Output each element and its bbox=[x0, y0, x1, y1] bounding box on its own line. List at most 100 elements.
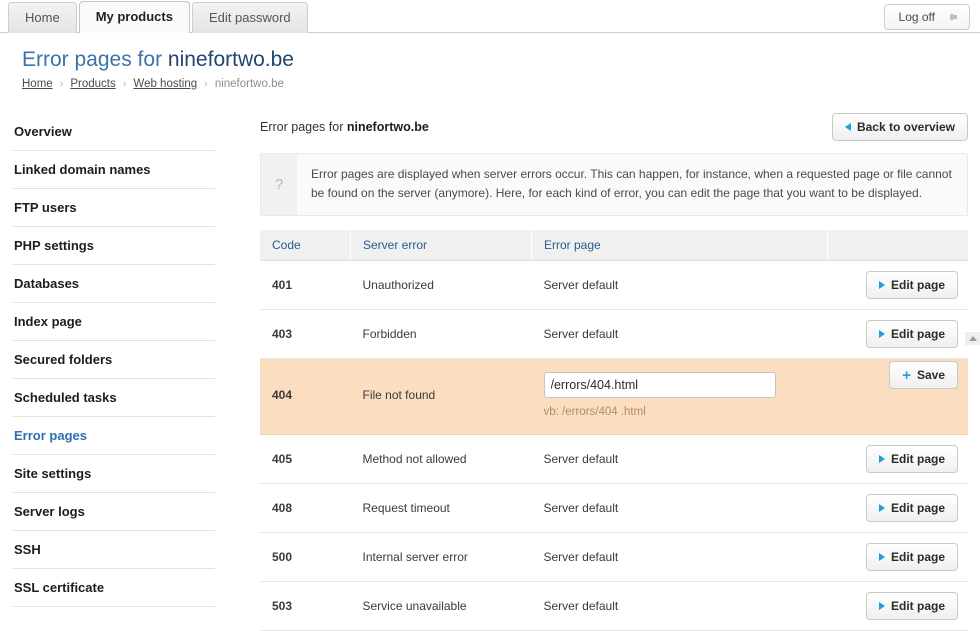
sidebar-item-label: Server logs bbox=[14, 504, 85, 519]
table-row: 503 Service unavailable Server default E… bbox=[260, 581, 968, 631]
tab-edit-password[interactable]: Edit password bbox=[191, 2, 308, 33]
back-to-overview-button[interactable]: Back to overview bbox=[831, 113, 968, 141]
edit-page-button[interactable]: Edit page bbox=[865, 271, 958, 299]
row-server-error: Service unavailable bbox=[350, 581, 532, 631]
tab-my-products[interactable]: My products bbox=[78, 1, 190, 33]
sidebar-item-ssl-certificate[interactable]: SSL certificate bbox=[13, 569, 215, 607]
row-actions: Edit page bbox=[827, 581, 968, 631]
row-code: 500 bbox=[260, 532, 351, 582]
tab-home-label: Home bbox=[25, 10, 60, 25]
sidebar-item-label: Error pages bbox=[14, 428, 87, 443]
triangle-right-icon bbox=[878, 455, 885, 463]
page-layout: Overview Linked domain names FTP users P… bbox=[0, 101, 980, 631]
back-to-overview-label: Back to overview bbox=[856, 120, 955, 134]
row-server-error: Method not allowed bbox=[350, 434, 532, 484]
triangle-right-icon bbox=[878, 281, 885, 289]
column-header-code: Code bbox=[260, 230, 351, 261]
tab-home[interactable]: Home bbox=[8, 2, 77, 33]
arrow-right-icon bbox=[950, 13, 957, 21]
row-server-error: Forbidden bbox=[350, 309, 532, 359]
sidebar-item-site-settings[interactable]: Site settings bbox=[13, 455, 215, 493]
sidebar-item-server-logs[interactable]: Server logs bbox=[13, 493, 215, 531]
plus-icon: + bbox=[902, 366, 911, 384]
content-heading-prefix: Error pages for bbox=[260, 120, 344, 134]
breadcrumb-item-current: ninefortwo.be bbox=[214, 78, 284, 90]
row-error-page: Server default bbox=[531, 309, 828, 359]
table-row: 403 Forbidden Server default Edit page bbox=[260, 309, 968, 359]
sidebar-item-label: Databases bbox=[14, 276, 80, 291]
log-off-label: Log off bbox=[898, 10, 935, 24]
column-header-server-error: Server error bbox=[350, 230, 532, 261]
row-code: 401 bbox=[260, 260, 351, 310]
table-body: 401 Unauthorized Server default Edit pag… bbox=[260, 260, 968, 631]
breadcrumb-item-products[interactable]: Products bbox=[70, 77, 115, 91]
row-error-page: Server default bbox=[531, 434, 828, 484]
edit-page-label: Edit page bbox=[890, 599, 945, 613]
row-error-page: Server default bbox=[531, 260, 828, 310]
error-pages-table: Code Server error Error page 401 Unautho… bbox=[260, 230, 968, 631]
sidebar-item-index-page[interactable]: Index page bbox=[13, 303, 215, 341]
edit-page-label: Edit page bbox=[890, 550, 945, 564]
sidebar-item-label: SSL certificate bbox=[14, 580, 105, 595]
sidebar-item-ssh[interactable]: SSH bbox=[13, 531, 215, 569]
table-row: 500 Internal server error Server default… bbox=[260, 532, 968, 582]
row-error-page: Server default bbox=[531, 581, 828, 631]
tab-my-products-label: My products bbox=[95, 9, 173, 24]
edit-page-button[interactable]: Edit page bbox=[865, 445, 958, 473]
sidebar-item-secured-folders[interactable]: Secured folders bbox=[13, 341, 215, 379]
row-error-page: Server default bbox=[531, 483, 828, 533]
row-error-page-editor: vb: /errors/404 .html bbox=[531, 358, 828, 435]
row-server-error: Request timeout bbox=[350, 483, 532, 533]
row-code: 503 bbox=[260, 581, 351, 631]
edit-page-button[interactable]: Edit page bbox=[865, 494, 958, 522]
tab-edit-password-label: Edit password bbox=[208, 10, 291, 25]
row-code: 408 bbox=[260, 483, 351, 533]
table-row: 401 Unauthorized Server default Edit pag… bbox=[260, 260, 968, 310]
edit-page-button[interactable]: Edit page bbox=[865, 320, 958, 348]
scrollbar-up-arrow[interactable] bbox=[965, 332, 980, 345]
sidebar-item-databases[interactable]: Databases bbox=[13, 265, 215, 303]
column-header-error-page: Error page bbox=[531, 230, 828, 261]
sidebar-item-error-pages[interactable]: Error pages bbox=[13, 417, 215, 455]
row-actions: Edit page bbox=[827, 260, 968, 310]
sidebar-item-label: PHP settings bbox=[14, 238, 94, 253]
sidebar-item-overview[interactable]: Overview bbox=[13, 113, 215, 151]
row-code: 403 bbox=[260, 309, 351, 359]
edit-page-label: Edit page bbox=[890, 501, 945, 515]
edit-page-button[interactable]: Edit page bbox=[865, 592, 958, 620]
row-actions: Edit page bbox=[827, 532, 968, 582]
save-button[interactable]: + Save bbox=[889, 361, 958, 389]
breadcrumb-item-home[interactable]: Home bbox=[22, 77, 53, 91]
error-page-input[interactable] bbox=[543, 372, 776, 398]
page-title: Error pages for ninefortwo.be bbox=[22, 47, 980, 73]
triangle-right-icon bbox=[878, 602, 885, 610]
breadcrumb-separator: › bbox=[122, 78, 127, 90]
chevron-up-icon bbox=[968, 336, 977, 341]
sidebar-item-label: Index page bbox=[14, 314, 82, 329]
row-code: 405 bbox=[260, 434, 351, 484]
top-bar: Home My products Edit password Log off bbox=[0, 0, 980, 33]
breadcrumb-item-web-hosting[interactable]: Web hosting bbox=[133, 77, 197, 91]
edit-page-label: Edit page bbox=[890, 452, 945, 466]
sidebar-item-label: Scheduled tasks bbox=[14, 390, 117, 405]
sidebar-item-label: SSH bbox=[14, 542, 41, 557]
sidebar-item-php-settings[interactable]: PHP settings bbox=[13, 227, 215, 265]
sidebar-item-linked-domain-names[interactable]: Linked domain names bbox=[13, 151, 215, 189]
breadcrumb-separator: › bbox=[59, 78, 64, 90]
sidebar-item-label: Site settings bbox=[14, 466, 92, 481]
table-row: 408 Request timeout Server default Edit … bbox=[260, 483, 968, 533]
info-box-text: Error pages are displayed when server er… bbox=[311, 167, 952, 200]
table-row-editing: 404 File not found vb: /errors/404 .html… bbox=[260, 358, 968, 435]
row-actions: Edit page bbox=[827, 434, 968, 484]
breadcrumb-separator: › bbox=[204, 78, 208, 90]
table-row: 405 Method not allowed Server default Ed… bbox=[260, 434, 968, 484]
info-box: ? Error pages are displayed when server … bbox=[260, 153, 968, 216]
edit-page-button[interactable]: Edit page bbox=[865, 543, 958, 571]
edit-page-label: Edit page bbox=[890, 278, 945, 292]
log-off-button[interactable]: Log off bbox=[883, 4, 970, 30]
sidebar-item-ftp-users[interactable]: FTP users bbox=[13, 189, 215, 227]
question-mark-icon: ? bbox=[261, 154, 297, 215]
sidebar-item-scheduled-tasks[interactable]: Scheduled tasks bbox=[13, 379, 215, 417]
main-tabs: Home My products Edit password bbox=[8, 1, 310, 33]
sidebar-item-label: FTP users bbox=[14, 200, 77, 215]
